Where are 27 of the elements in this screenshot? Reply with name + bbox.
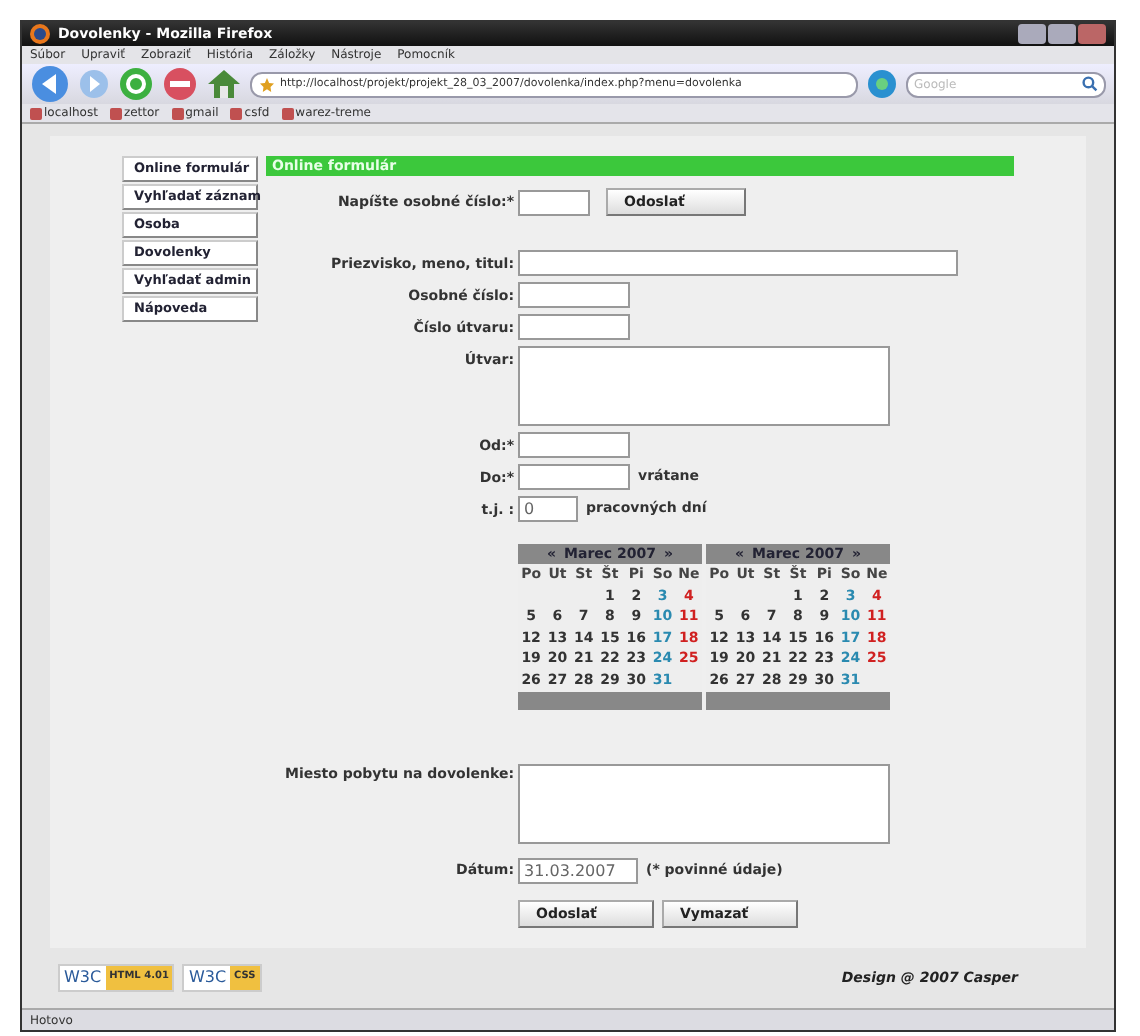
input-field[interactable] bbox=[518, 282, 630, 308]
forward-icon[interactable] bbox=[78, 68, 110, 100]
home-icon[interactable] bbox=[206, 66, 242, 102]
input-field[interactable]: 0 bbox=[518, 496, 578, 522]
star-icon bbox=[260, 77, 274, 91]
bookmark-icon bbox=[30, 107, 42, 119]
back-icon[interactable] bbox=[30, 64, 70, 104]
text-area[interactable] bbox=[518, 346, 890, 426]
maximize-button[interactable] bbox=[1048, 24, 1076, 44]
bookmark-icon bbox=[230, 107, 243, 119]
bookmark-icon bbox=[171, 107, 184, 119]
input-field[interactable] bbox=[518, 250, 958, 276]
bookmark-icon bbox=[109, 107, 122, 119]
search-icon[interactable] bbox=[1082, 76, 1098, 92]
close-button[interactable] bbox=[1078, 24, 1106, 44]
browser-icon bbox=[30, 24, 50, 44]
minimize-button[interactable] bbox=[1018, 24, 1046, 44]
stop-icon[interactable] bbox=[162, 66, 198, 102]
input-field[interactable] bbox=[518, 464, 630, 490]
input-field[interactable] bbox=[518, 189, 590, 215]
go-icon[interactable] bbox=[866, 68, 898, 100]
bookmark-icon bbox=[281, 107, 294, 119]
input-field[interactable] bbox=[518, 432, 630, 458]
reload-icon[interactable] bbox=[118, 66, 154, 102]
input-field[interactable] bbox=[518, 314, 630, 340]
text-area[interactable] bbox=[518, 764, 890, 844]
date-field[interactable]: 31.03.2007 bbox=[518, 858, 638, 884]
